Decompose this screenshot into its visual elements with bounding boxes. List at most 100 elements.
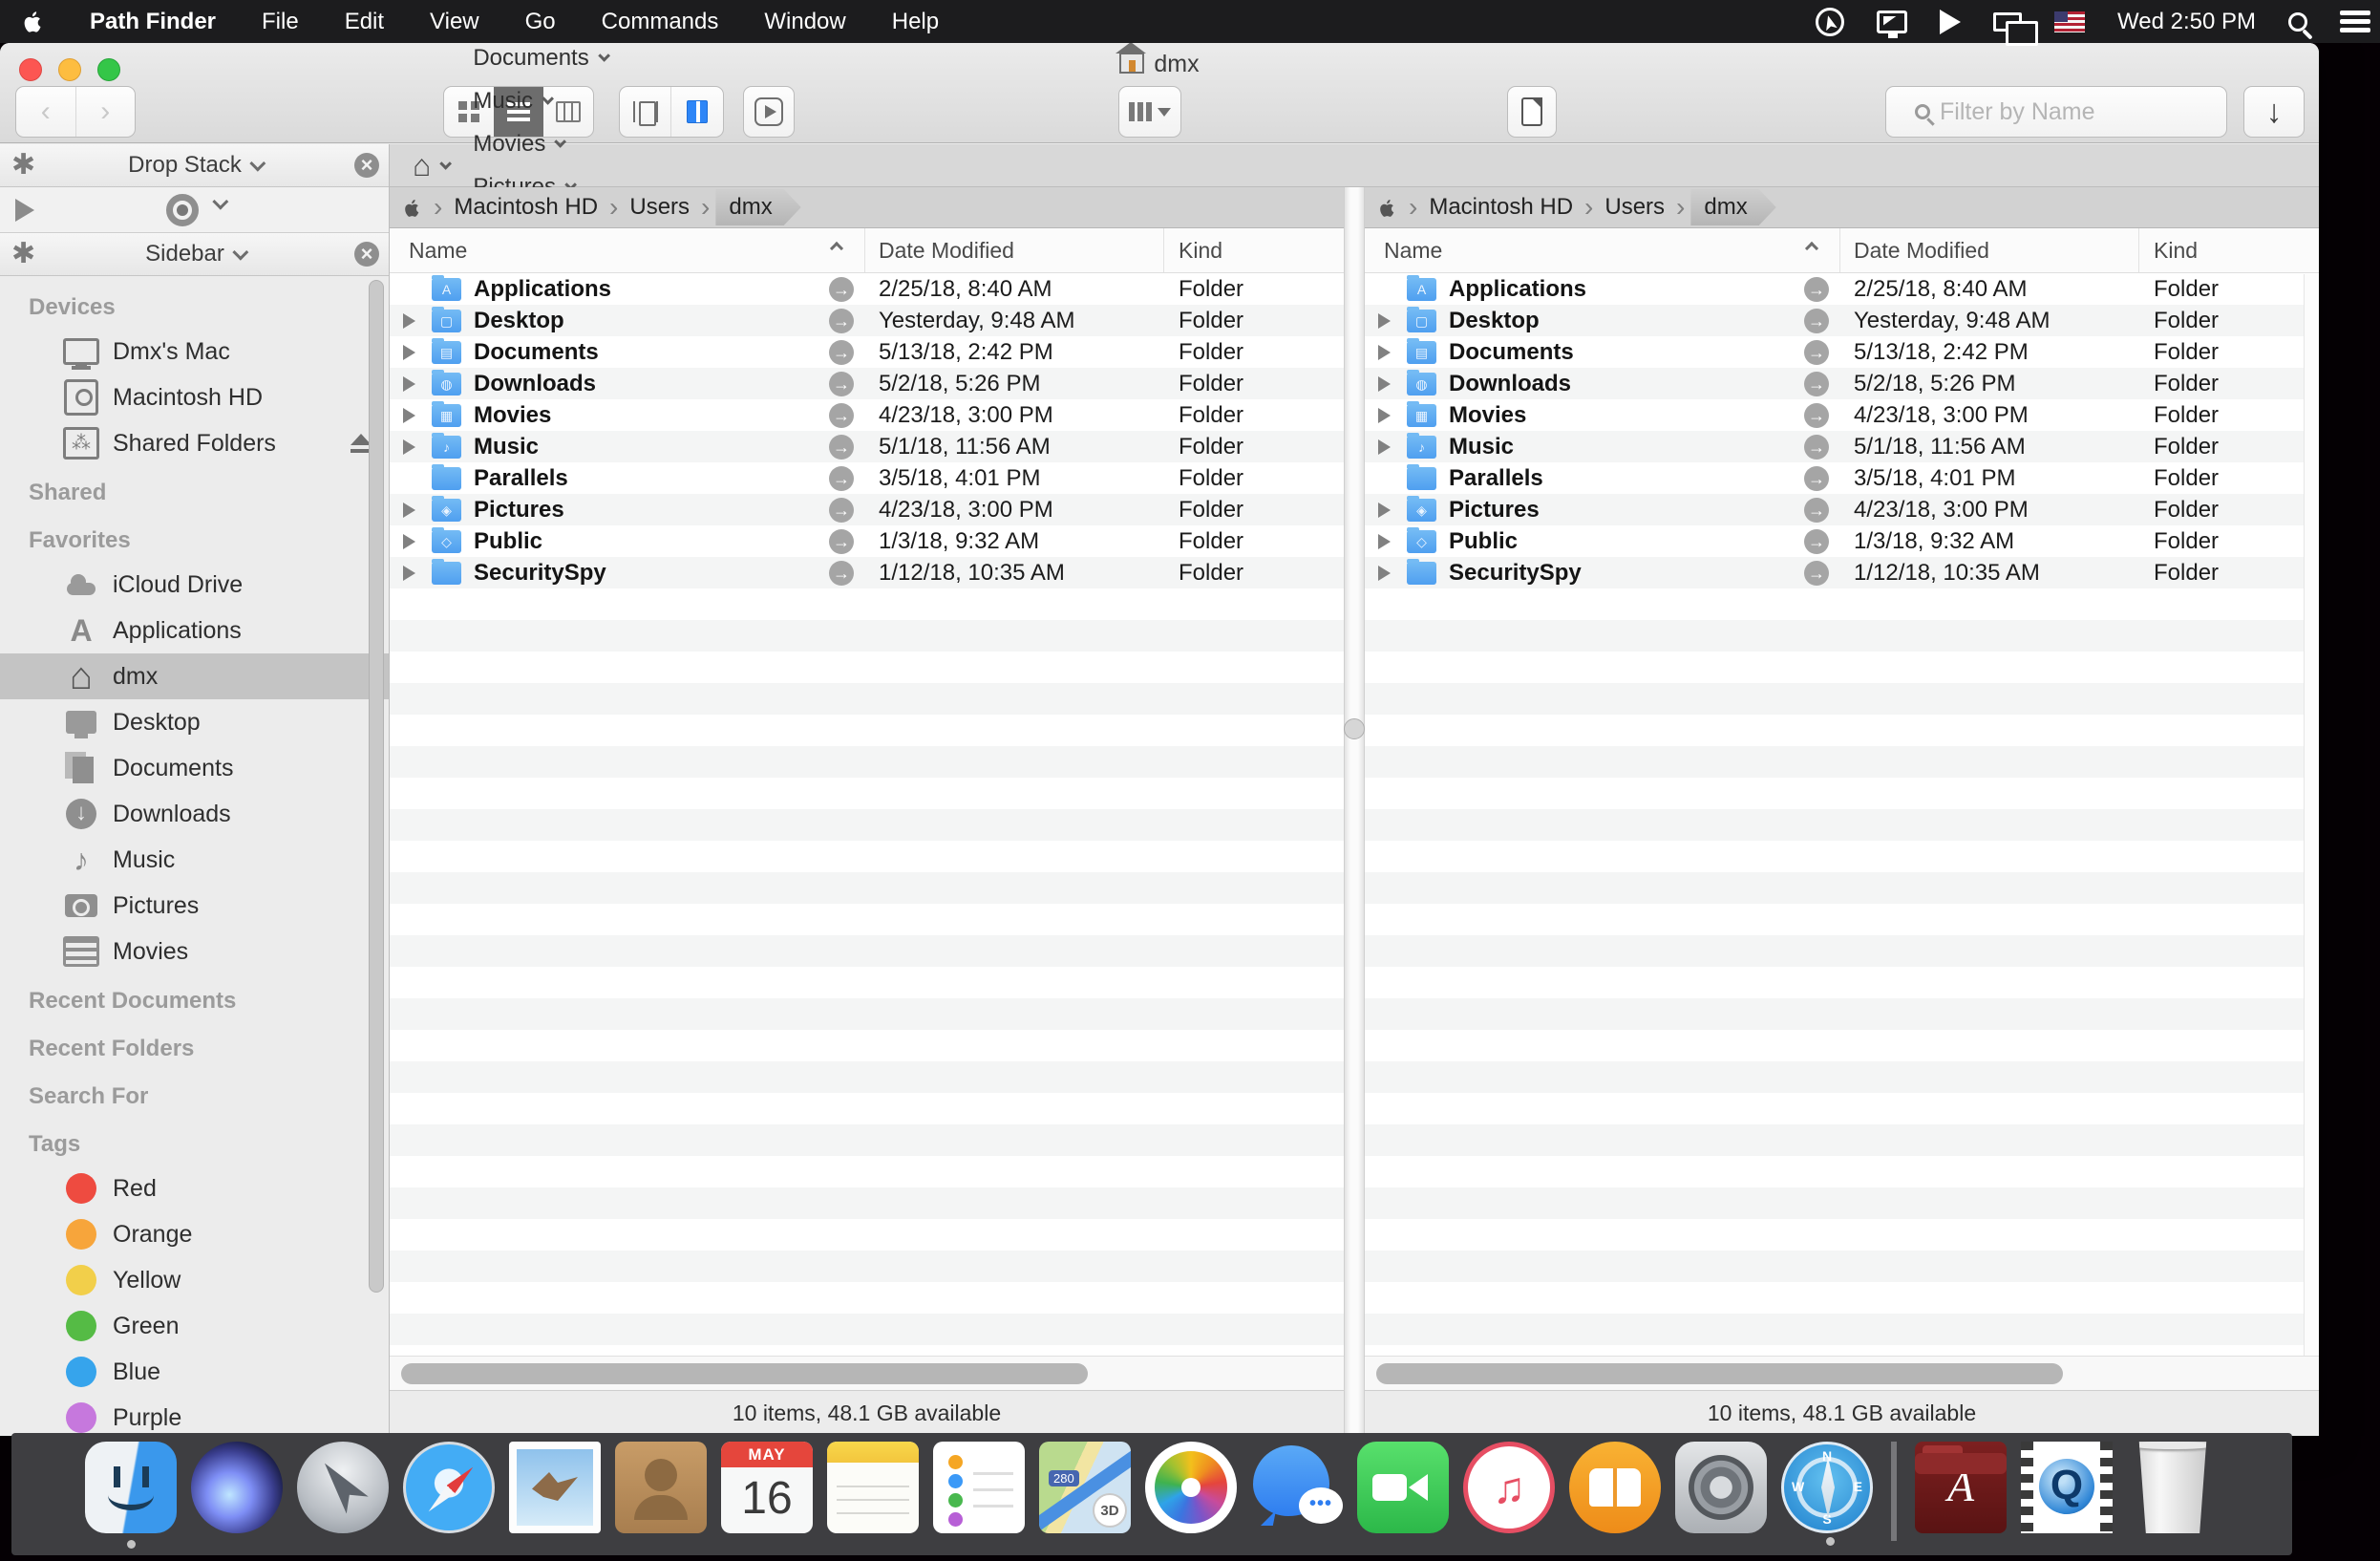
drop-stack-area[interactable]: [0, 187, 389, 233]
breadcrumb-item-users[interactable]: Users: [598, 192, 690, 223]
sidebar-item-documents[interactable]: Documents: [0, 745, 389, 791]
sidebar-item-icloud-drive[interactable]: iCloud Drive: [0, 562, 389, 608]
drop-stack-play-icon[interactable]: [15, 199, 34, 222]
sidebar-item-pictures[interactable]: Pictures: [0, 883, 389, 929]
gear-icon[interactable]: ✱: [11, 242, 36, 267]
go-arrow-icon[interactable]: →: [829, 372, 854, 396]
disclosure-triangle-icon[interactable]: [1378, 439, 1391, 455]
apple-menu-icon[interactable]: [0, 9, 67, 35]
disclosure-triangle-icon[interactable]: [403, 408, 415, 423]
dock-icon-system-preferences[interactable]: [1675, 1442, 1767, 1533]
sidebar-item-dmx-s-mac[interactable]: Dmx's Mac: [0, 329, 389, 374]
sidebar-item-recent-folders[interactable]: Recent Folders: [0, 1028, 389, 1070]
dock-icon-notes[interactable]: [827, 1442, 919, 1533]
breadcrumb-item-dmx[interactable]: dmx: [1665, 189, 1776, 225]
file-row-public[interactable]: ◇ Public → 1/3/18, 9:32 AM Folder: [390, 525, 1344, 557]
dock-icon-finder[interactable]: [85, 1442, 177, 1533]
sidebar-item-desktop[interactable]: Desktop: [0, 699, 389, 745]
sidebar-item-music[interactable]: ♪ Music: [0, 837, 389, 883]
menu-go[interactable]: Go: [502, 0, 579, 43]
file-row-securityspy[interactable]: SecuritySpy → 1/12/18, 10:35 AM Folder: [390, 557, 1344, 588]
file-row-desktop[interactable]: ▢ Desktop → Yesterday, 9:48 AM Folder: [390, 305, 1344, 336]
sidebar-item-downloads[interactable]: Downloads: [0, 791, 389, 837]
column-name[interactable]: Name: [409, 238, 467, 264]
vertical-scrollbar[interactable]: [2304, 274, 2319, 1356]
us-flag-icon[interactable]: [2054, 11, 2085, 32]
slideshow-button[interactable]: [743, 86, 795, 138]
menu-window[interactable]: Window: [741, 0, 868, 43]
sidebar-item-green[interactable]: Green: [0, 1303, 389, 1349]
dual-pane-button[interactable]: [671, 87, 723, 137]
go-arrow-icon[interactable]: →: [1804, 466, 1829, 491]
displays-icon[interactable]: [1993, 12, 2022, 32]
dock-icon-launchpad[interactable]: [297, 1442, 389, 1533]
menu-edit[interactable]: Edit: [322, 0, 407, 43]
pane-splitter[interactable]: [1344, 187, 1365, 1436]
sidebar-item-search-for[interactable]: Search For: [0, 1076, 389, 1118]
disclosure-triangle-icon[interactable]: [1378, 313, 1391, 329]
disclosure-triangle-icon[interactable]: [403, 376, 415, 392]
file-row-documents[interactable]: ▤ Documents → 5/13/18, 2:42 PM Folder: [390, 336, 1344, 368]
breadcrumb-item[interactable]: [403, 194, 422, 221]
sidebar-item-dmx[interactable]: ⌂ dmx: [0, 653, 389, 699]
file-row-desktop[interactable]: ▢ Desktop → Yesterday, 9:48 AM Folder: [1365, 305, 2319, 336]
dock-icon-divider[interactable]: [1891, 1442, 1897, 1541]
file-row-parallels[interactable]: Parallels → 3/5/18, 4:01 PM Folder: [390, 462, 1344, 494]
dock-icon-quicktime[interactable]: Q: [2021, 1442, 2113, 1533]
sidebar-item-yellow[interactable]: Yellow: [0, 1257, 389, 1303]
dock-icon-siri[interactable]: [191, 1442, 283, 1533]
navigation-icon[interactable]: [1816, 8, 1844, 36]
column-date-modified[interactable]: Date Modified: [1854, 238, 1989, 264]
go-arrow-icon[interactable]: →: [1804, 435, 1829, 460]
scrollbar-thumb[interactable]: [1376, 1363, 2063, 1384]
proxy-document-button[interactable]: [1507, 86, 1557, 138]
dock-icon-reminders[interactable]: [933, 1442, 1025, 1533]
filter-input[interactable]: [1940, 98, 2198, 126]
drop-stack-target-icon[interactable]: [166, 194, 199, 226]
menu-app-name[interactable]: Path Finder: [67, 0, 239, 43]
sidebar-item-applications[interactable]: A Applications: [0, 608, 389, 653]
column-name[interactable]: Name: [1384, 238, 1442, 264]
sidebar-item-blue[interactable]: Blue: [0, 1349, 389, 1395]
sidebar-item-recent-documents[interactable]: Recent Documents: [0, 980, 389, 1022]
menu-view[interactable]: View: [407, 0, 502, 43]
breadcrumb-item-macintosh-hd[interactable]: Macintosh HD: [1397, 192, 1573, 223]
file-row-music[interactable]: ♪ Music → 5/1/18, 11:56 AM Folder: [1365, 431, 2319, 462]
folder-dropdown-music[interactable]: Music: [459, 79, 627, 122]
file-row-documents[interactable]: ▤ Documents → 5/13/18, 2:42 PM Folder: [1365, 336, 2319, 368]
file-row-downloads[interactable]: ◍ Downloads → 5/2/18, 5:26 PM Folder: [390, 368, 1344, 399]
column-date-modified[interactable]: Date Modified: [879, 238, 1014, 264]
go-arrow-icon[interactable]: →: [829, 277, 854, 302]
go-arrow-icon[interactable]: →: [1804, 309, 1829, 333]
go-arrow-icon[interactable]: →: [1804, 498, 1829, 523]
downloads-button[interactable]: ↓: [2243, 86, 2305, 138]
disclosure-triangle-icon[interactable]: [1378, 345, 1391, 360]
column-kind[interactable]: Kind: [2154, 238, 2198, 264]
chevron-down-icon[interactable]: [212, 194, 228, 210]
go-arrow-icon[interactable]: →: [829, 466, 854, 491]
sidebar-item-macintosh-hd[interactable]: Macintosh HD: [0, 374, 389, 420]
go-arrow-icon[interactable]: →: [829, 529, 854, 554]
disclosure-triangle-icon[interactable]: [403, 566, 415, 581]
go-arrow-icon[interactable]: →: [829, 309, 854, 333]
view-options-button[interactable]: [1118, 86, 1181, 138]
menu-help[interactable]: Help: [869, 0, 962, 43]
column-kind[interactable]: Kind: [1179, 238, 1222, 264]
go-arrow-icon[interactable]: →: [1804, 529, 1829, 554]
gear-icon[interactable]: ✱: [11, 153, 36, 178]
file-row-applications[interactable]: A Applications → 2/25/18, 8:40 AM Folder: [1365, 273, 2319, 305]
sidebar-item-movies[interactable]: Movies: [0, 929, 389, 974]
menu-file[interactable]: File: [239, 0, 322, 43]
dock-icon-mail[interactable]: [509, 1442, 601, 1533]
folder-dropdown-documents[interactable]: Documents: [459, 43, 627, 79]
sidebar-item-shared[interactable]: Shared: [0, 472, 389, 514]
sidebar-item-purple[interactable]: Purple: [0, 1395, 389, 1436]
file-row-movies[interactable]: ▦ Movies → 4/23/18, 3:00 PM Folder: [390, 399, 1344, 431]
close-icon[interactable]: ×: [354, 153, 379, 178]
menu-commands[interactable]: Commands: [579, 0, 742, 43]
disclosure-triangle-icon[interactable]: [1378, 376, 1391, 392]
file-row-music[interactable]: ♪ Music → 5/1/18, 11:56 AM Folder: [390, 431, 1344, 462]
go-arrow-icon[interactable]: →: [829, 561, 854, 586]
disclosure-triangle-icon[interactable]: [1378, 408, 1391, 423]
file-row-pictures[interactable]: ◈ Pictures → 4/23/18, 3:00 PM Folder: [1365, 494, 2319, 525]
